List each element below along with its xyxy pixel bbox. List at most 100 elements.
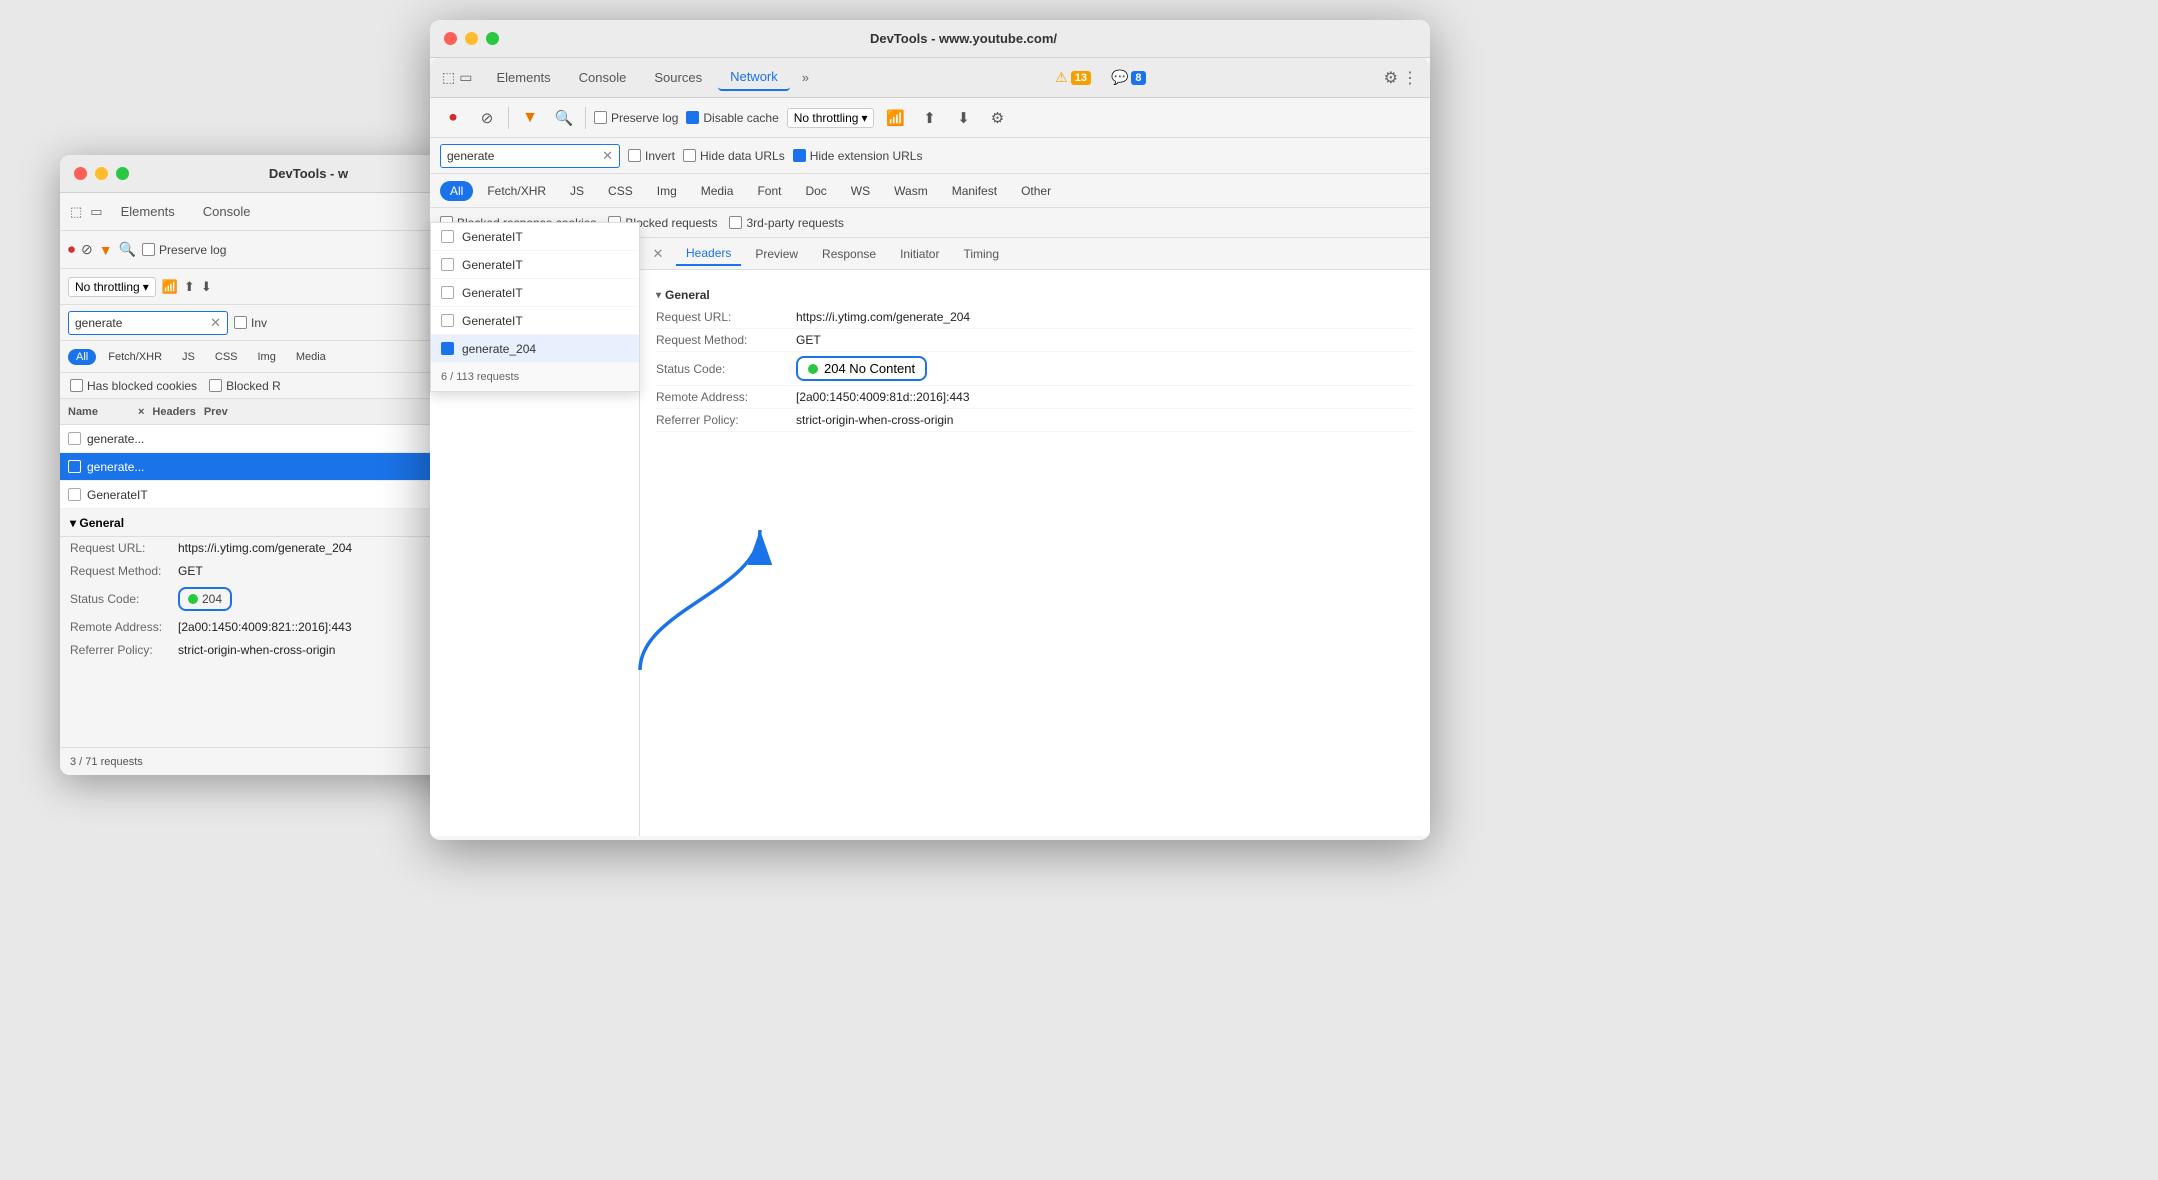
front-search-box[interactable]: generate ✕: [440, 144, 620, 168]
front-preserve-log-checkbox[interactable]: Preserve log: [594, 111, 678, 125]
front-method-label: Request Method:: [656, 333, 796, 347]
front-panel-tab-headers[interactable]: Headers: [676, 242, 741, 266]
front-pill-doc[interactable]: Doc: [795, 181, 836, 201]
back-filter-bar: All Fetch/XHR JS CSS Img Media: [60, 341, 490, 373]
front-panel-tab-response[interactable]: Response: [812, 243, 886, 265]
back-maximize-button[interactable]: [116, 167, 129, 180]
back-search-clear[interactable]: ✕: [210, 315, 221, 331]
back-invert-checkbox[interactable]: Inv: [234, 316, 267, 330]
front-dd-row-1[interactable]: GenerateIT: [431, 223, 639, 251]
front-maximize-button[interactable]: [486, 32, 499, 45]
front-referrer-value: strict-origin-when-cross-origin: [796, 413, 953, 427]
front-disable-cache-checkbox[interactable]: Disable cache: [686, 111, 778, 125]
front-panel-tab-timing[interactable]: Timing: [953, 243, 1009, 265]
front-more-tabs[interactable]: »: [794, 65, 817, 90]
front-dd-cb-1[interactable]: [441, 230, 454, 243]
front-settings2-icon[interactable]: ⚙: [984, 105, 1010, 131]
front-dd-row-5[interactable]: generate_204: [431, 335, 639, 363]
front-preserve-cb[interactable]: [594, 111, 607, 124]
front-pill-img[interactable]: Img: [647, 181, 687, 201]
front-hide-ext-urls-checkbox[interactable]: Hide extension URLs: [793, 149, 923, 163]
back-net-row-2[interactable]: generate...: [60, 453, 490, 481]
front-dd-row-2[interactable]: GenerateIT: [431, 251, 639, 279]
back-blocked-requests-cb[interactable]: [209, 379, 222, 392]
front-invert-cb[interactable]: [628, 149, 641, 162]
front-hide-data-urls-checkbox[interactable]: Hide data URLs: [683, 149, 785, 163]
front-panel-tab-preview[interactable]: Preview: [745, 243, 808, 265]
front-tab-sources[interactable]: Sources: [642, 65, 714, 90]
back-blocked-cookies-cb[interactable]: [70, 379, 83, 392]
front-pill-manifest[interactable]: Manifest: [942, 181, 1007, 201]
front-disable-cache-cb[interactable]: [686, 111, 699, 124]
back-invert-cb[interactable]: [234, 316, 247, 329]
back-pill-media[interactable]: Media: [288, 349, 334, 365]
back-list-headers-tab[interactable]: Headers: [152, 406, 195, 418]
back-close-button[interactable]: [74, 167, 87, 180]
front-filter-icon[interactable]: ▼: [517, 105, 543, 131]
front-close-button[interactable]: [444, 32, 457, 45]
front-pill-other[interactable]: Other: [1011, 181, 1061, 201]
front-dd-cb-2[interactable]: [441, 258, 454, 271]
front-panel-close[interactable]: ✕: [648, 244, 668, 264]
front-pill-all[interactable]: All: [440, 181, 473, 201]
back-search-input[interactable]: generate ✕: [68, 311, 228, 335]
front-cancel-icon[interactable]: ⊘: [474, 105, 500, 131]
back-blocked-cookies-filter[interactable]: Has blocked cookies: [70, 379, 197, 393]
back-preserve-log-checkbox[interactable]: Preserve log: [142, 243, 226, 257]
back-pill-all[interactable]: All: [68, 349, 96, 365]
back-pill-img[interactable]: Img: [250, 349, 284, 365]
front-pill-js[interactable]: JS: [560, 181, 594, 201]
front-tab-console[interactable]: Console: [567, 65, 639, 90]
front-hide-ext-urls-cb[interactable]: [793, 149, 806, 162]
front-dd-row-3[interactable]: GenerateIT: [431, 279, 639, 307]
back-tab-elements[interactable]: Elements: [111, 200, 185, 223]
back-list-preview-tab[interactable]: Prev: [204, 406, 228, 418]
back-list-close[interactable]: ×: [138, 406, 144, 418]
front-wifi-icon[interactable]: 📶: [882, 105, 908, 131]
back-search-icon[interactable]: 🔍: [119, 241, 136, 258]
back-blocked-requests-filter[interactable]: Blocked R: [209, 379, 281, 393]
back-net-row-3[interactable]: GenerateIT: [60, 481, 490, 509]
front-hide-data-urls-cb[interactable]: [683, 149, 696, 162]
front-third-party-cb[interactable]: [729, 216, 742, 229]
front-third-party-filter[interactable]: 3rd-party requests: [729, 216, 843, 230]
front-download-icon[interactable]: ⬇: [950, 105, 976, 131]
back-preserve-cb[interactable]: [142, 243, 155, 256]
back-record-icon[interactable]: ⏺: [68, 241, 75, 258]
front-dd-cb-4[interactable]: [441, 314, 454, 327]
front-invert-checkbox[interactable]: Invert: [628, 149, 675, 163]
back-net-row-2-cb[interactable]: [68, 460, 81, 473]
back-net-row-1-cb[interactable]: [68, 432, 81, 445]
front-disable-cache-label: Disable cache: [703, 111, 778, 125]
front-pill-font[interactable]: Font: [747, 181, 791, 201]
back-cancel-icon[interactable]: ⊘: [81, 241, 93, 258]
front-pill-ws[interactable]: WS: [841, 181, 880, 201]
front-minimize-button[interactable]: [465, 32, 478, 45]
front-dd-cb-5[interactable]: [441, 342, 454, 355]
back-pill-js[interactable]: JS: [174, 349, 203, 365]
back-net-row-1[interactable]: generate...: [60, 425, 490, 453]
front-pill-css[interactable]: CSS: [598, 181, 643, 201]
front-panel-tab-initiator[interactable]: Initiator: [890, 243, 949, 265]
front-record-icon[interactable]: ⏺: [440, 105, 466, 131]
front-search-clear[interactable]: ✕: [602, 148, 613, 164]
front-search-icon[interactable]: 🔍: [551, 105, 577, 131]
back-throttle-select[interactable]: No throttling ▾: [68, 277, 156, 297]
back-filter-icon[interactable]: ▼: [99, 242, 113, 258]
back-minimize-button[interactable]: [95, 167, 108, 180]
front-pill-fetch[interactable]: Fetch/XHR: [477, 181, 556, 201]
front-pill-wasm[interactable]: Wasm: [884, 181, 938, 201]
front-dd-cb-3[interactable]: [441, 286, 454, 299]
front-throttle-select[interactable]: No throttling ▾: [787, 108, 875, 128]
front-more-options-icon[interactable]: ⋮: [1402, 68, 1418, 88]
front-upload-icon[interactable]: ⬆: [916, 105, 942, 131]
back-pill-fetch[interactable]: Fetch/XHR: [100, 349, 170, 365]
back-tab-console[interactable]: Console: [193, 200, 261, 223]
front-pill-media[interactable]: Media: [691, 181, 744, 201]
front-tab-elements[interactable]: Elements: [484, 65, 562, 90]
back-net-row-3-cb[interactable]: [68, 488, 81, 501]
front-dd-row-4[interactable]: GenerateIT: [431, 307, 639, 335]
front-settings-icon[interactable]: ⚙: [1384, 68, 1398, 88]
back-pill-css[interactable]: CSS: [207, 349, 246, 365]
front-tab-network[interactable]: Network: [718, 64, 790, 91]
